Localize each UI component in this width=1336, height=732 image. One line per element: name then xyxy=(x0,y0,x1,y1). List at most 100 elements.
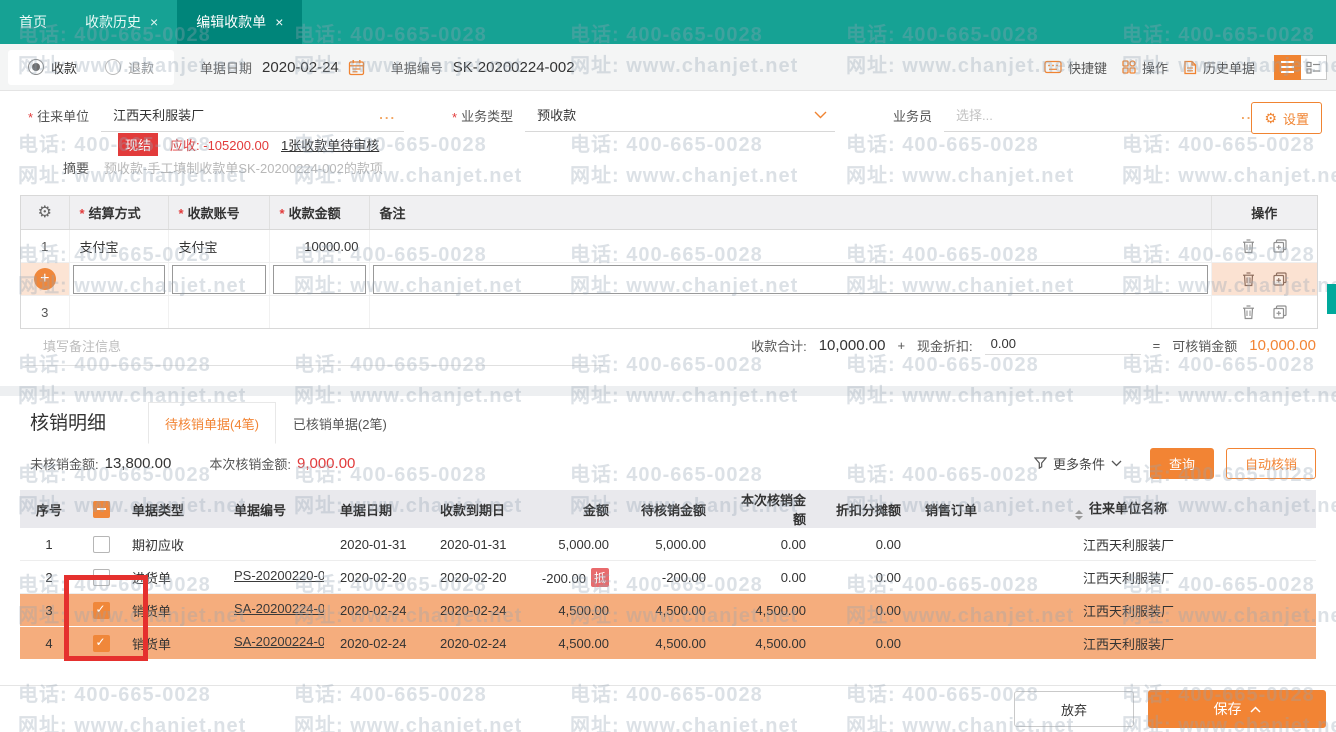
table-row-selected[interactable]: 3 销货单 SA-20200224-0 2020-02-24 2020-02-2… xyxy=(20,594,1316,627)
offset-badge: 抵 xyxy=(591,568,609,587)
discount-label: 现金折扣: xyxy=(917,336,973,355)
header-current-amount: 本次核销金额 xyxy=(722,490,822,528)
row-checkbox[interactable] xyxy=(93,569,110,586)
settle-method-edit-input[interactable] xyxy=(73,265,165,294)
tab-home-label: 首页 xyxy=(19,12,47,32)
biz-type-field: * 业务类型 预收款 xyxy=(452,100,835,132)
toolbar-actions: 快捷键 操作 历史单据 xyxy=(1044,55,1336,80)
tab-verified-docs[interactable]: 已核销单据(2笔) xyxy=(276,402,404,444)
summary-placeholder[interactable]: 预收款-手工填制收款单SK-20200224-002的款项 xyxy=(104,158,383,177)
more-filters-button[interactable]: 更多条件 xyxy=(1034,454,1122,473)
header-account: 收款账号 xyxy=(188,206,240,221)
partner-value: 江西天利服装厂 xyxy=(113,105,204,124)
biz-type-value: 预收款 xyxy=(537,105,576,124)
sum-value: 10,000.00 xyxy=(819,337,886,354)
top-tab-bar: 首页 收款历史 × 编辑收款单 × xyxy=(0,0,1336,44)
doc-no-link[interactable]: SA-20200224-0 xyxy=(234,601,324,616)
table-row[interactable]: 1 期初应收 2020-01-31 2020-01-31 5,000.00 5,… xyxy=(20,528,1316,561)
column-settings-gear-icon[interactable]: ⚙ xyxy=(38,204,52,221)
biz-type-label: 业务类型 xyxy=(461,106,513,132)
section-title: 核销明细 xyxy=(30,396,106,444)
receipt-type-group: 收款 退款 xyxy=(8,50,174,85)
doc-date-value[interactable]: 2020-02-24 xyxy=(262,59,339,76)
add-row-button[interactable] xyxy=(34,268,56,290)
required-mark: * xyxy=(452,110,457,132)
tab-home[interactable]: 首页 xyxy=(0,0,66,44)
table-row[interactable]: 2 进货单 PS-20200220-0 2020-02-20 2020-02-2… xyxy=(20,561,1316,594)
doc-no-link[interactable]: SA-20200224-0 xyxy=(234,634,324,649)
operations-label: 操作 xyxy=(1142,58,1168,77)
payment-row-editing[interactable] xyxy=(21,263,1317,296)
copy-row-icon[interactable] xyxy=(1273,305,1287,319)
card-view-button[interactable] xyxy=(1301,55,1327,80)
cancel-button[interactable]: 放弃 xyxy=(1014,691,1134,727)
verify-stats-row: 未核销金额: 13,800.00 本次核销金额: 9,000.00 更多条件 查… xyxy=(30,448,1316,478)
query-button[interactable]: 查询 xyxy=(1150,448,1214,479)
biz-type-select[interactable]: 预收款 xyxy=(525,105,835,132)
auto-verify-button[interactable]: 自动核销 xyxy=(1226,448,1316,479)
receipt-form-card: * 往来单位 江西天利服装厂 ... * 业务类型 预收款 业务员 选择... … xyxy=(0,90,1336,386)
partner-field: * 往来单位 江西天利服装厂 ... xyxy=(28,100,404,132)
discount-input[interactable]: 0.00 xyxy=(985,336,1141,355)
vertical-scrollbar-thumb[interactable] xyxy=(1327,284,1336,314)
header-partner-name: 往来单位名称 xyxy=(1067,490,1316,528)
header-due-date: 收款到期日 xyxy=(432,490,530,528)
row-checkbox-checked[interactable] xyxy=(93,602,110,619)
payment-row[interactable]: 3 xyxy=(21,296,1317,329)
header-settle-method: 结算方式 xyxy=(89,206,141,221)
more-filters-label: 更多条件 xyxy=(1053,454,1105,473)
tab-history[interactable]: 收款历史 × xyxy=(66,0,177,44)
header-doc-date: 单据日期 xyxy=(332,490,432,528)
copy-row-icon[interactable] xyxy=(1273,272,1287,286)
header-doc-type: 单据类型 xyxy=(124,490,226,528)
salesman-input[interactable]: 选择... ... xyxy=(944,105,1266,132)
radio-dot-icon xyxy=(105,59,121,75)
row-checkbox-checked[interactable] xyxy=(93,635,110,652)
delete-row-icon[interactable] xyxy=(1242,239,1255,254)
note-edit-input[interactable] xyxy=(373,265,1208,294)
cash-settle-badge: 现结 xyxy=(118,133,158,156)
chevron-down-icon xyxy=(1111,460,1122,467)
account-edit-input[interactable] xyxy=(172,265,266,294)
tab-pending-docs[interactable]: 待核销单据(4笔) xyxy=(148,402,276,444)
totals-row: 填写备注信息 收款合计: 10,000.00 + 现金折扣: 0.00 = 可核… xyxy=(25,336,1316,366)
header-amount: 金额 xyxy=(530,490,625,528)
filter-icon xyxy=(1034,457,1047,469)
unverified-value: 13,800.00 xyxy=(105,455,172,472)
pending-audit-link[interactable]: 1张收款单待审核 xyxy=(281,135,379,154)
shortcut-keys-button[interactable]: 快捷键 xyxy=(1044,58,1107,77)
row-checkbox[interactable] xyxy=(93,536,110,553)
partner-label: 往来单位 xyxy=(37,106,89,132)
doc-no-label: 单据编号 xyxy=(391,58,443,77)
close-icon[interactable]: × xyxy=(150,14,158,30)
settings-label: 设置 xyxy=(1283,109,1309,128)
tab-edit-receipt[interactable]: 编辑收款单 × xyxy=(177,0,302,44)
chevron-down-icon[interactable] xyxy=(814,111,827,119)
select-all-checkbox[interactable] xyxy=(93,501,110,518)
radio-receive[interactable]: 收款 xyxy=(28,58,77,77)
delete-row-icon[interactable] xyxy=(1242,305,1255,320)
calendar-icon[interactable] xyxy=(348,59,365,76)
partner-input[interactable]: 江西天利服装厂 ... xyxy=(101,105,404,132)
copy-row-icon[interactable] xyxy=(1273,239,1287,253)
salesman-field: 业务员 选择... ... xyxy=(893,100,1266,132)
operations-button[interactable]: 操作 xyxy=(1122,58,1168,77)
salesman-placeholder: 选择... xyxy=(956,105,993,124)
settings-button[interactable]: ⚙ 设置 xyxy=(1251,102,1322,134)
save-button[interactable]: 保存 xyxy=(1148,690,1326,728)
amount-edit-input[interactable] xyxy=(273,265,366,294)
ellipsis-picker-icon[interactable]: ... xyxy=(369,107,396,122)
unverified-label: 未核销金额: xyxy=(30,454,99,473)
history-docs-button[interactable]: 历史单据 xyxy=(1183,58,1255,77)
view-toggle-group xyxy=(1274,55,1327,80)
available-value: 10,000.00 xyxy=(1249,337,1316,354)
remark-input[interactable]: 填写备注信息 xyxy=(25,336,603,366)
doc-no-link[interactable]: PS-20200220-0 xyxy=(234,568,324,583)
close-icon[interactable]: × xyxy=(275,14,283,30)
table-row-selected[interactable]: 4 销货单 SA-20200224-0 2020-02-24 2020-02-2… xyxy=(20,627,1316,660)
list-view-button[interactable] xyxy=(1274,55,1301,80)
delete-row-icon[interactable] xyxy=(1242,272,1255,287)
sort-icon[interactable] xyxy=(1075,510,1083,520)
payment-row[interactable]: 1 支付宝 支付宝 10000.00 xyxy=(21,230,1317,263)
radio-refund[interactable]: 退款 xyxy=(105,58,154,77)
